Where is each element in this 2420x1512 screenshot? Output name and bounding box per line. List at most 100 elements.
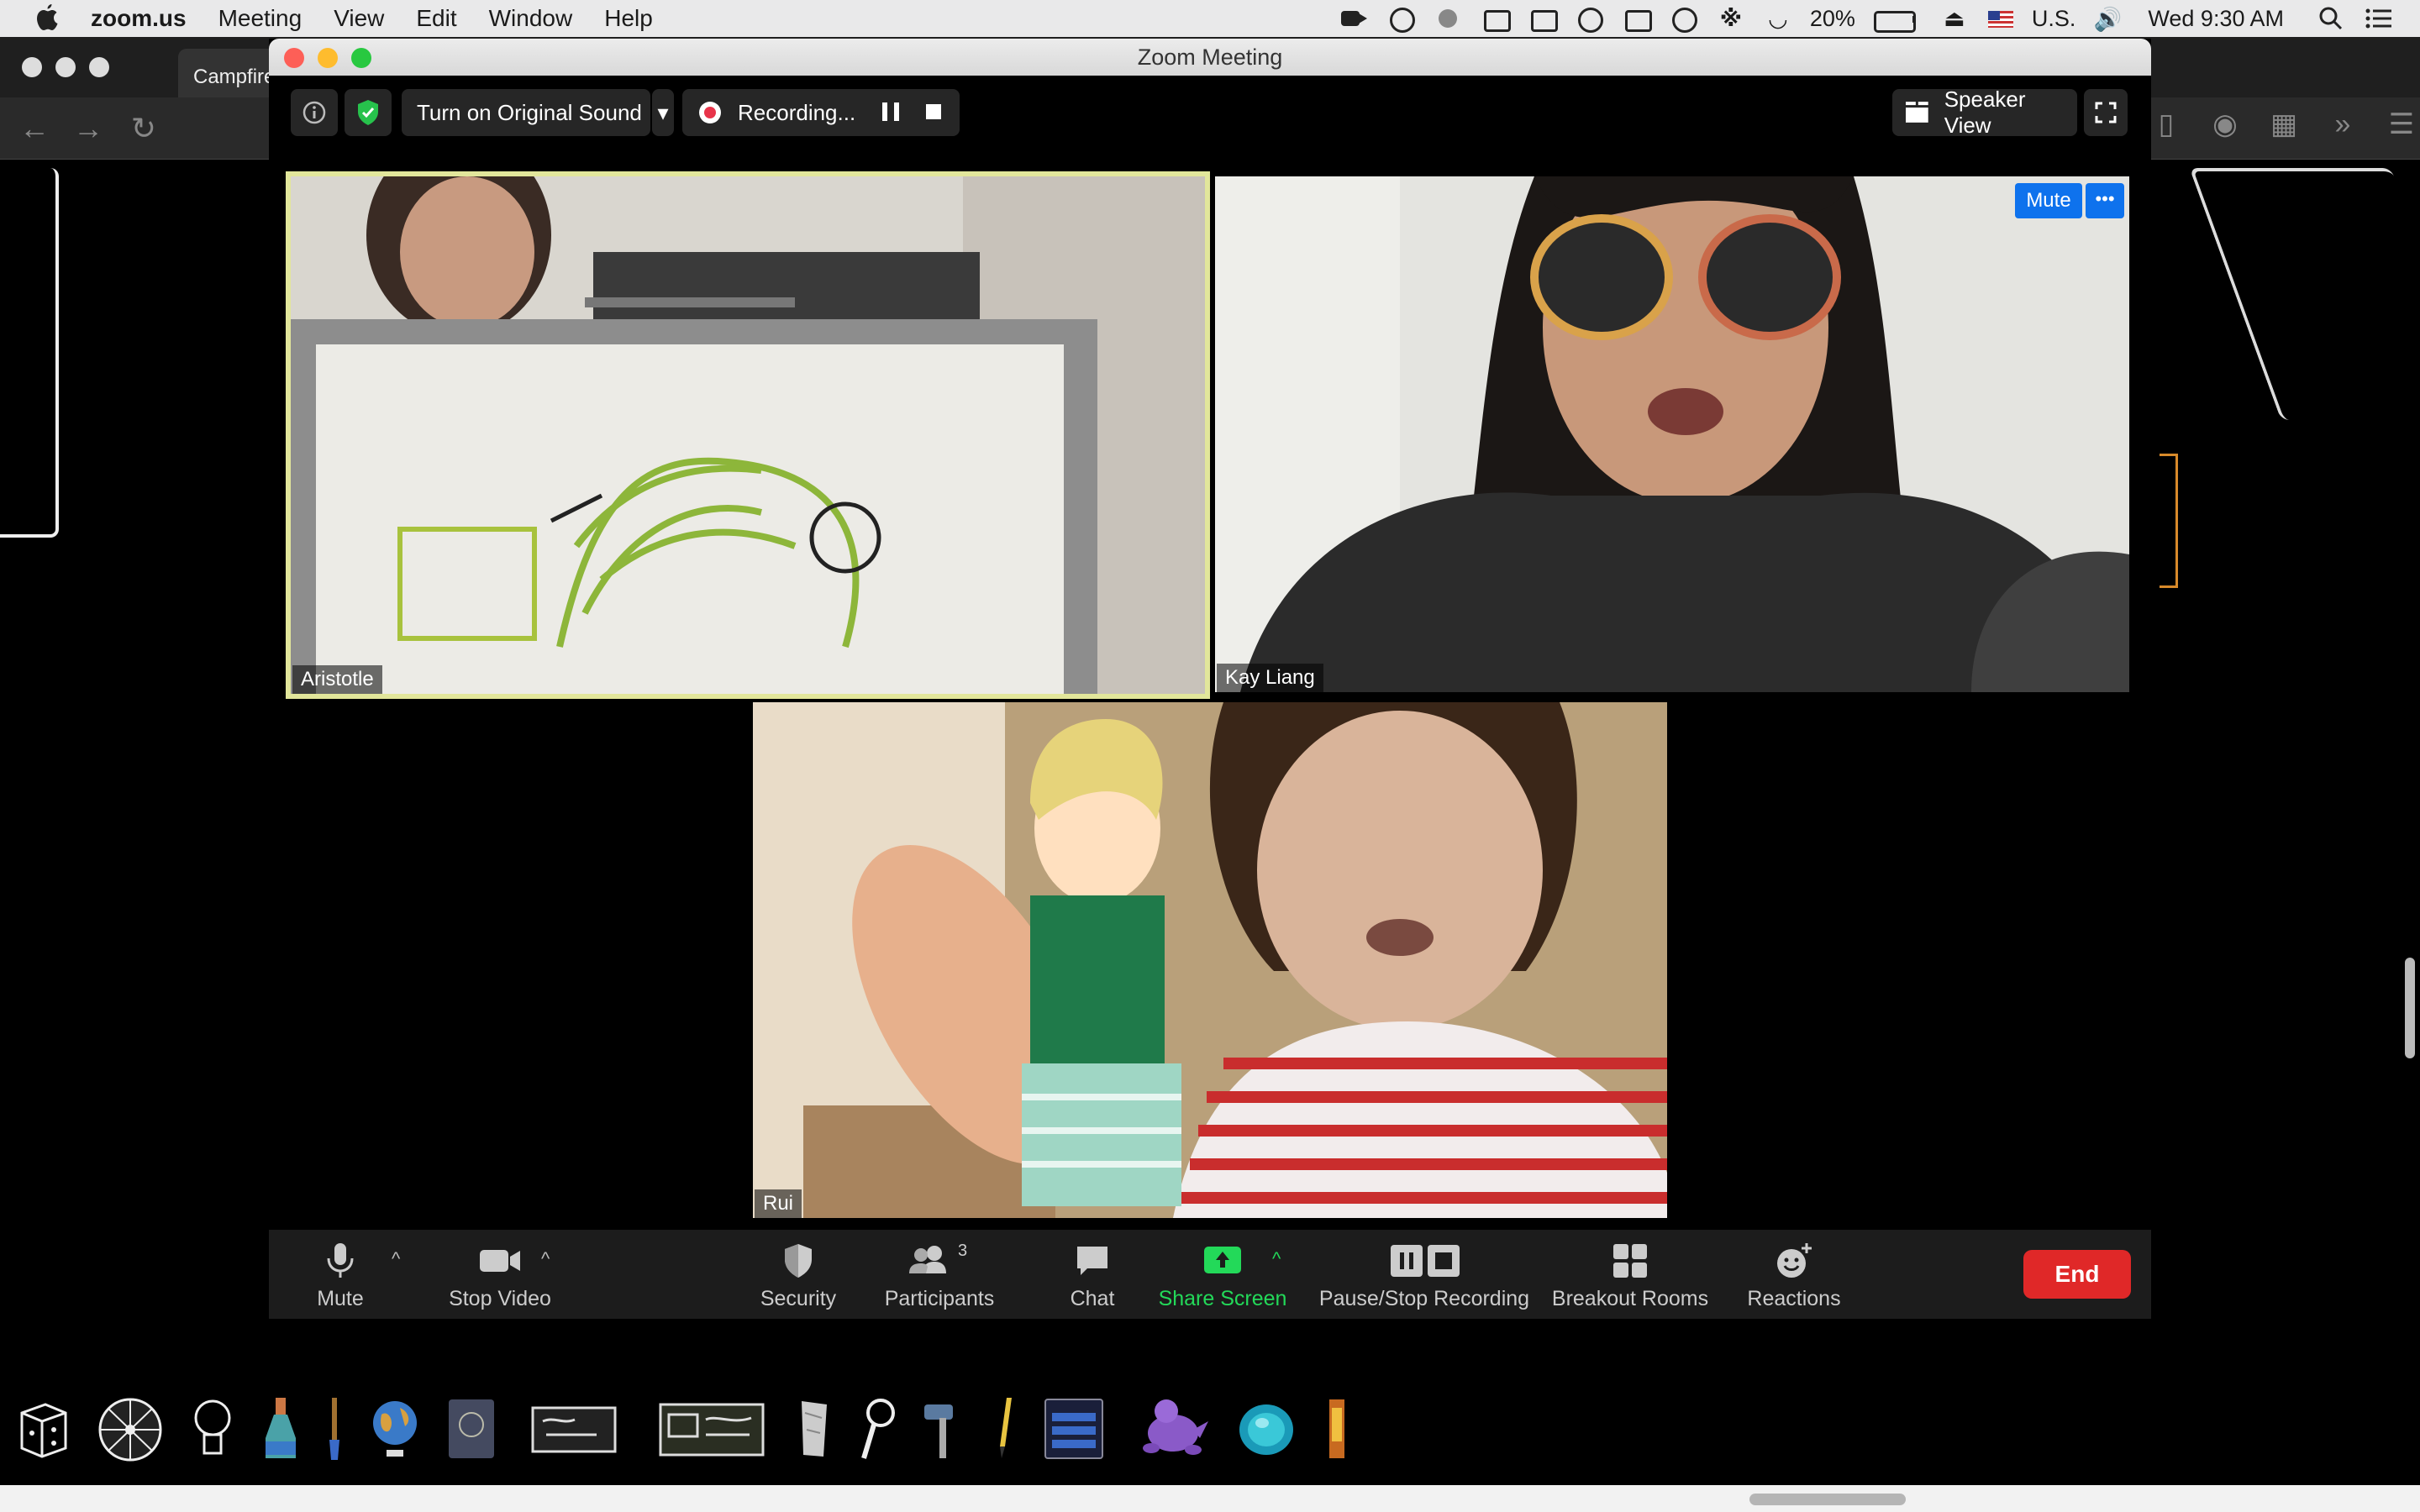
grid-view-icon	[1906, 102, 1928, 123]
menu-zoom-us[interactable]: zoom.us	[91, 5, 187, 32]
globe-icon[interactable]	[370, 1396, 420, 1462]
close-window-icon[interactable]	[284, 48, 304, 68]
speaker-view-button[interactable]: Speaker View	[1892, 87, 2077, 138]
menu-window[interactable]: Window	[489, 5, 573, 32]
menu-meeting[interactable]: Meeting	[218, 5, 302, 32]
lantern-icon[interactable]	[1324, 1396, 1349, 1462]
pause-recording-icon[interactable]	[882, 102, 899, 121]
lightbulb-icon[interactable]	[190, 1396, 235, 1462]
dice-icon[interactable]	[17, 1396, 71, 1462]
sidebar-icon[interactable]: ▯	[2148, 106, 2185, 143]
pencil-icon[interactable]	[992, 1396, 1017, 1462]
chat-button[interactable]: Chat	[1042, 1242, 1143, 1311]
passport-icon[interactable]	[445, 1396, 497, 1462]
reactions-label: Reactions	[1747, 1287, 1841, 1310]
tablet-screen-icon[interactable]	[1042, 1396, 1106, 1462]
back-arrow-icon[interactable]: ←	[15, 109, 54, 148]
forward-arrow-icon[interactable]: →	[69, 109, 108, 148]
reactions-smiley-icon	[1775, 1242, 1813, 1280]
chalkboard-sign-icon[interactable]	[657, 1396, 766, 1462]
tile-more-options-icon[interactable]: •••	[2086, 183, 2124, 218]
macos-menu-bar: zoom.us Meeting View Edit Window Help ※ …	[0, 0, 2420, 37]
zoom-window-title: Zoom Meeting	[1137, 45, 1283, 70]
eject-icon[interactable]: ⏏	[1939, 6, 1970, 31]
input-source-label[interactable]: U.S.	[2032, 6, 2076, 32]
us-flag-icon[interactable]	[1986, 6, 2015, 31]
hamburger-menu-icon[interactable]: ☰	[2383, 106, 2420, 143]
video-tile-aristotle[interactable]: Aristotle	[286, 171, 1210, 699]
reload-icon[interactable]: ↻	[124, 109, 163, 148]
object-shelf	[0, 1378, 2420, 1478]
pause-stop-recording-button[interactable]: Pause/Stop Recording	[1311, 1242, 1538, 1311]
horizontal-scrollbar-thumb[interactable]	[1749, 1494, 1906, 1505]
video-options-chevron-icon[interactable]: ^	[541, 1248, 550, 1270]
stop-recording-icon[interactable]	[926, 104, 941, 119]
zoom-title-bar[interactable]: Zoom Meeting	[269, 39, 2151, 76]
participants-label: Participants	[884, 1287, 995, 1310]
display-icon[interactable]	[1622, 6, 1652, 32]
potion-bottle-icon[interactable]	[262, 1396, 299, 1462]
wifi-icon[interactable]: ◡	[1763, 6, 1793, 31]
horizontal-scrollbar[interactable]	[0, 1485, 2420, 1512]
original-sound-dropdown-icon[interactable]: ▾	[652, 89, 674, 136]
status-app-icon[interactable]	[1434, 6, 1464, 31]
speaker-view-label: Speaker View	[1944, 87, 2026, 138]
apple-logo-icon[interactable]	[34, 3, 60, 34]
time-machine-icon[interactable]	[1669, 6, 1699, 33]
participant-name-kay-liang: Kay Liang	[1217, 664, 1323, 692]
menu-edit[interactable]: Edit	[416, 5, 456, 32]
notification-center-icon[interactable]	[2365, 6, 2395, 31]
meeting-info-icon[interactable]	[291, 89, 338, 136]
battery-icon[interactable]	[1872, 6, 1923, 33]
video-tile-kay-liang[interactable]: Mute ••• Kay Liang	[1215, 176, 2129, 692]
paintbrush-icon[interactable]	[326, 1396, 343, 1462]
crumpled-paper-icon[interactable]	[797, 1396, 832, 1462]
breakout-rooms-icon	[1611, 1242, 1649, 1280]
tile-mute-button[interactable]: Mute	[2015, 183, 2082, 218]
windows-switcher-icon[interactable]	[1528, 6, 1558, 32]
participants-icon: 3	[906, 1242, 973, 1280]
magnifying-glass-icon[interactable]	[857, 1396, 897, 1462]
fullscreen-icon[interactable]	[2084, 89, 2128, 136]
zoom-status-icon[interactable]	[1339, 6, 1370, 31]
volume-icon[interactable]: 🔊	[2092, 6, 2123, 32]
video-feed-rui	[753, 702, 1667, 1218]
encryption-shield-icon[interactable]	[345, 89, 392, 136]
overflow-chevron-icon[interactable]: »	[2324, 106, 2361, 143]
browser-window-controls[interactable]	[22, 57, 109, 77]
chalkboard-icon[interactable]	[529, 1396, 618, 1462]
mute-label: Mute	[317, 1287, 364, 1310]
extension-icon[interactable]: ▦	[2265, 106, 2302, 143]
reactions-button[interactable]: Reactions	[1739, 1242, 1849, 1311]
menu-view[interactable]: View	[334, 5, 384, 32]
participants-button[interactable]: 3 Participants	[874, 1242, 1005, 1311]
minimize-window-icon[interactable]	[318, 48, 338, 68]
breakout-rooms-button[interactable]: Breakout Rooms	[1546, 1242, 1714, 1311]
security-button[interactable]: Security	[748, 1242, 849, 1311]
spotlight-search-icon[interactable]	[2317, 6, 2348, 31]
bluetooth-icon[interactable]: ※	[1716, 6, 1746, 31]
breakout-rooms-label: Breakout Rooms	[1551, 1287, 1709, 1310]
menu-help[interactable]: Help	[604, 5, 653, 32]
hammer-icon[interactable]	[921, 1396, 963, 1462]
gem-stone-icon[interactable]	[1237, 1396, 1296, 1462]
end-meeting-button[interactable]: End	[2023, 1250, 2131, 1299]
spinner-wheel-icon[interactable]	[96, 1396, 165, 1462]
page-scrollbar[interactable]	[2405, 958, 2415, 1058]
sync-icon[interactable]	[1575, 6, 1605, 33]
original-sound-button[interactable]: Turn on Original Sound	[402, 89, 650, 136]
mute-button[interactable]: Mute	[302, 1242, 378, 1311]
chalk-drawing-right-orange	[2160, 454, 2178, 588]
share-options-chevron-icon[interactable]: ^	[1272, 1248, 1281, 1270]
video-camera-icon	[478, 1242, 522, 1280]
video-tile-rui[interactable]: Rui	[753, 702, 1667, 1218]
menubar-clock[interactable]: Wed 9:30 AM	[2148, 6, 2284, 32]
dragon-toy-icon[interactable]	[1134, 1396, 1210, 1462]
creative-cloud-icon[interactable]	[1386, 6, 1417, 33]
profile-icon[interactable]: ◉	[2207, 106, 2244, 143]
chat-label: Chat	[1070, 1287, 1115, 1310]
zoom-window-icon[interactable]	[351, 48, 371, 68]
record-dot-icon	[699, 102, 721, 123]
audio-options-chevron-icon[interactable]: ^	[392, 1248, 400, 1270]
screen-mirroring-icon[interactable]	[1481, 6, 1511, 32]
